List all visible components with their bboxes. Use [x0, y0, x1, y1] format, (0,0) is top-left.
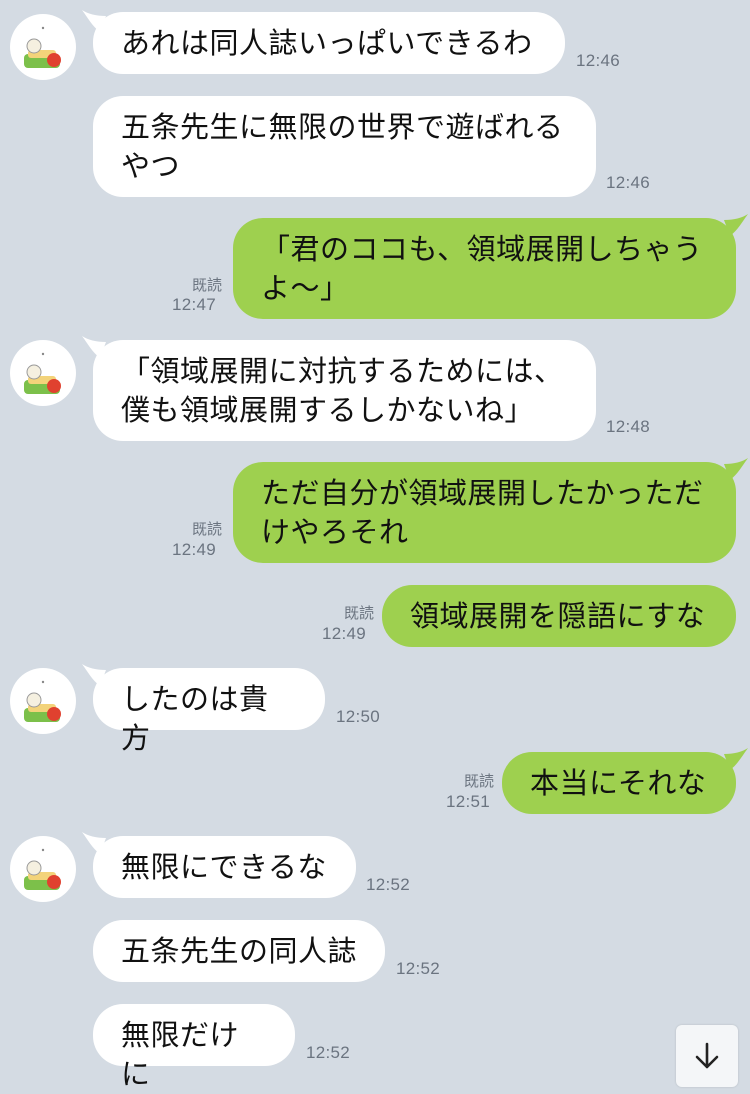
message-bubble-incoming[interactable]: 無限だけに: [93, 1004, 295, 1091]
contact-avatar[interactable]: [10, 668, 76, 734]
message-time: 12:47: [172, 295, 217, 314]
bubble-tail: [724, 214, 748, 236]
message-bubble-incoming[interactable]: したのは貴方: [93, 668, 325, 755]
arrow-down-icon: [695, 1042, 719, 1069]
message-bubble-outgoing[interactable]: 本当にそれな: [502, 752, 736, 814]
message-time: 12:52: [306, 1043, 351, 1062]
bubble-tail: [724, 458, 748, 480]
message-bubble-incoming[interactable]: 五条先生の同人誌: [93, 920, 385, 982]
message-bubble-incoming[interactable]: 五条先生に無限の世界で遊ばれる やつ: [93, 96, 596, 197]
message-time: 12:52: [366, 875, 411, 894]
message-bubble-incoming[interactable]: あれは同人誌いっぱいできるわ: [93, 12, 565, 74]
message-bubble-outgoing[interactable]: 領域展開を隠語にすな: [382, 585, 736, 647]
message-time: 12:48: [606, 417, 651, 436]
read-receipt: 既読: [463, 772, 494, 790]
message-time: 12:49: [322, 624, 367, 643]
contact-avatar[interactable]: [10, 14, 76, 80]
message-bubble-outgoing[interactable]: 「君のココも、領域展開しちゃう よ〜」: [233, 218, 736, 319]
scroll-to-bottom-button[interactable]: [676, 1025, 738, 1087]
message-time: 12:52: [396, 959, 441, 978]
read-receipt: 既読: [343, 604, 374, 622]
message-time: 12:46: [576, 51, 621, 70]
contact-avatar[interactable]: [10, 340, 76, 406]
contact-avatar[interactable]: [10, 836, 76, 902]
read-receipt: 既読: [191, 276, 222, 294]
bubble-tail: [724, 748, 748, 770]
message-bubble-outgoing[interactable]: ただ自分が領域展開したかっただ けやろそれ: [233, 462, 736, 563]
read-receipt: 既読: [191, 520, 222, 538]
message-bubble-incoming[interactable]: 「領域展開に対抗するためには、 僕も領域展開するしかないね」: [93, 340, 596, 441]
message-bubble-incoming[interactable]: 無限にできるな: [93, 836, 356, 898]
message-time: 12:49: [172, 540, 217, 559]
message-time: 12:51: [446, 792, 491, 811]
message-time: 12:46: [606, 173, 651, 192]
message-time: 12:50: [336, 707, 381, 726]
